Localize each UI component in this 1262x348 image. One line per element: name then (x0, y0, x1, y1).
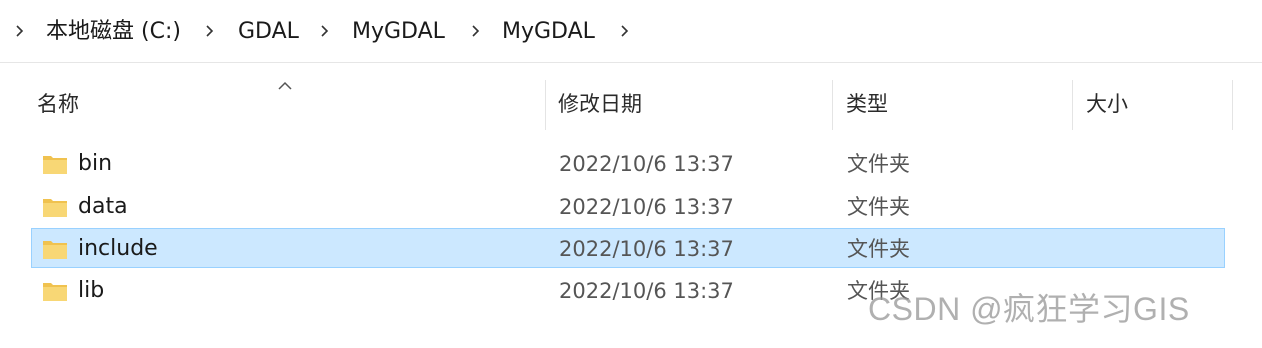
breadcrumb-item-mygdal-current[interactable]: MyGDAL (502, 16, 595, 48)
column-divider[interactable] (1232, 80, 1233, 130)
file-row-data[interactable]: data 2022/10/6 13:37 文件夹 (31, 186, 1225, 226)
folder-icon (42, 194, 68, 220)
watermark: CSDN @疯狂学习GIS (868, 291, 1190, 327)
file-type: 文件夹 (847, 237, 910, 261)
chevron-right-icon[interactable] (205, 20, 215, 42)
breadcrumb-item-local-disk[interactable]: 本地磁盘 (C:) (46, 16, 181, 48)
chevron-right-icon[interactable] (320, 20, 330, 42)
file-row-include[interactable]: include 2022/10/6 13:37 文件夹 (31, 228, 1225, 268)
column-header-name[interactable]: 名称 (37, 88, 79, 120)
column-divider[interactable] (1072, 80, 1073, 130)
chevron-right-icon[interactable] (15, 20, 25, 42)
file-modified-date: 2022/10/6 13:37 (559, 237, 734, 261)
sort-ascending-icon (277, 76, 293, 90)
breadcrumb-item-mygdal[interactable]: MyGDAL (352, 16, 445, 48)
file-type: 文件夹 (847, 195, 910, 219)
file-modified-date: 2022/10/6 13:37 (559, 279, 734, 303)
column-divider[interactable] (545, 80, 546, 130)
column-header-type[interactable]: 类型 (846, 88, 888, 120)
file-name: data (78, 194, 128, 219)
file-modified-date: 2022/10/6 13:37 (559, 195, 734, 219)
address-bar[interactable]: 本地磁盘 (C:) GDAL MyGDAL MyGDAL (0, 0, 1262, 63)
breadcrumb-item-gdal[interactable]: GDAL (238, 16, 299, 48)
column-divider[interactable] (832, 80, 833, 130)
file-modified-date: 2022/10/6 13:37 (559, 152, 734, 176)
file-name: bin (78, 151, 113, 176)
file-name: lib (78, 278, 105, 303)
folder-icon (42, 151, 68, 177)
file-type: 文件夹 (847, 152, 910, 176)
chevron-right-icon[interactable] (620, 20, 630, 42)
folder-icon (42, 236, 68, 262)
folder-icon (42, 278, 68, 304)
file-name: include (78, 236, 158, 261)
chevron-right-icon[interactable] (471, 20, 481, 42)
column-header-modified[interactable]: 修改日期 (558, 88, 642, 120)
column-header-size[interactable]: 大小 (1086, 88, 1128, 120)
file-row-bin[interactable]: bin 2022/10/6 13:37 文件夹 (31, 143, 1225, 183)
